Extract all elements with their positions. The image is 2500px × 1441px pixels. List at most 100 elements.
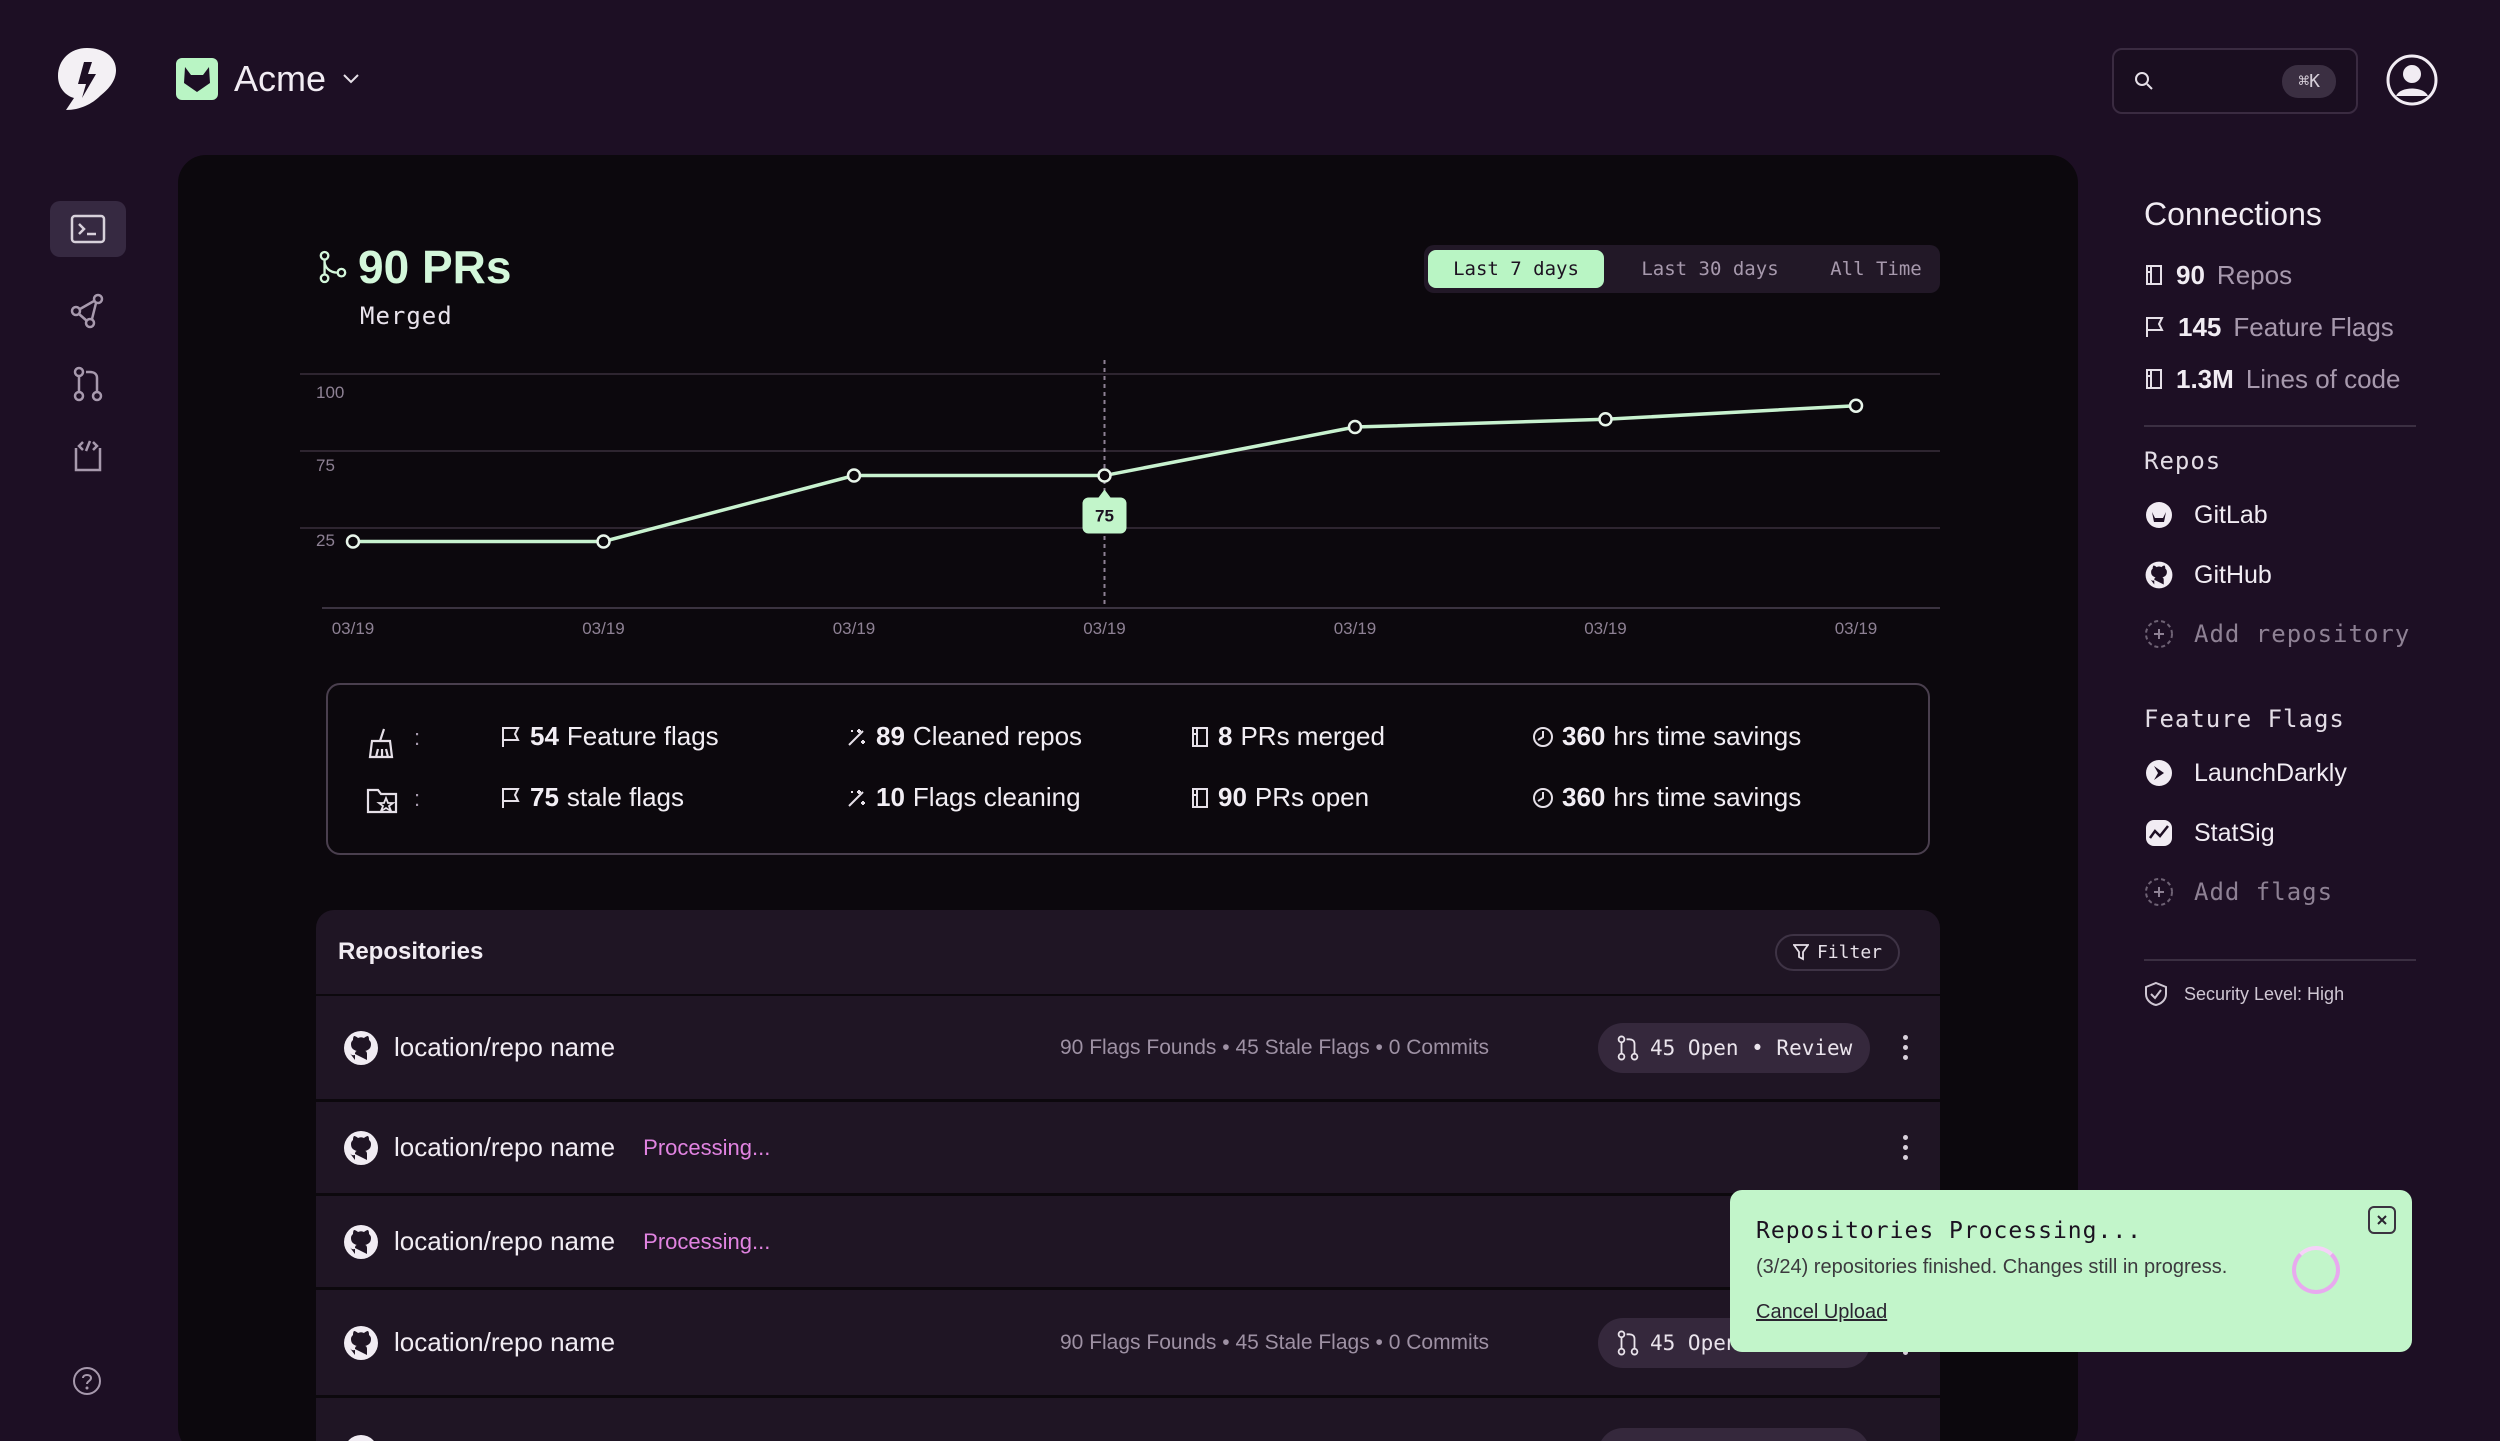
- flag-icon: [502, 726, 520, 747]
- range-last-30-days[interactable]: Last 30 days: [1610, 250, 1810, 288]
- add-circle-icon: [2145, 878, 2173, 906]
- chevron-down-icon: [343, 74, 359, 84]
- toast-title: Repositories Processing...: [1756, 1218, 2143, 1244]
- stat-cleaned-repos: 89 Cleaned repos: [846, 721, 1082, 752]
- statsig-icon: [2146, 820, 2172, 846]
- github-icon: [344, 1224, 378, 1259]
- pull-request-icon: [73, 366, 103, 402]
- prs-line-chart: 100 75 25 75 03/19 03/19 03/19 03/19 03/19 03/19 0…: [300, 360, 1940, 638]
- stat-flags-cleaning: 10 Flags cleaning: [846, 782, 1081, 813]
- data-point: [846, 468, 862, 483]
- app-logo-icon[interactable]: [52, 44, 122, 114]
- repo-name[interactable]: location/repo name: [394, 1132, 615, 1163]
- prs-label: Merged: [360, 302, 453, 330]
- range-last-7-days[interactable]: Last 7 days: [1428, 250, 1604, 288]
- graph-nodes-icon: [70, 293, 104, 329]
- terminal-icon: [70, 214, 106, 244]
- processing-status: Processing...: [643, 1228, 771, 1254]
- table-row[interactable]: location/repo name Processing...: [316, 1102, 1940, 1196]
- search-box[interactable]: ⌘K: [2112, 48, 2358, 114]
- org-switcher[interactable]: Acme: [176, 58, 360, 100]
- stat-prs-merged: 8 PRs merged: [1190, 721, 1385, 752]
- prs-count: 90 PRs: [358, 241, 512, 293]
- repo-book-icon: [1192, 787, 1208, 808]
- x-tick-label: 03/19: [582, 619, 625, 638]
- cancel-upload-link[interactable]: Cancel Upload: [1756, 1301, 1887, 1324]
- filter-button[interactable]: Filter: [1774, 933, 1900, 971]
- data-point: [1848, 398, 1864, 413]
- prs-summary: 90 PRs Merged: [318, 240, 511, 330]
- connection-repos: 90 Repos: [2144, 249, 2414, 301]
- security-level: Security Level: High: [2144, 981, 2414, 1007]
- github-icon: [347, 1434, 375, 1441]
- loading-spinner-icon: [2292, 1246, 2340, 1294]
- gitlab-icon: [2146, 502, 2172, 528]
- help-icon[interactable]: [72, 1366, 102, 1396]
- nav-pull-requests[interactable]: [50, 356, 126, 412]
- data-point: [1347, 419, 1363, 435]
- y-tick-label: 75: [316, 456, 335, 475]
- connections-title: Connections: [2144, 196, 2322, 232]
- close-icon[interactable]: [2368, 1206, 2396, 1234]
- merge-icon: [319, 250, 347, 284]
- y-tick-label: 100: [316, 383, 344, 402]
- range-all-time[interactable]: All Time: [1816, 250, 1936, 288]
- x-tick-label: 03/19: [1334, 619, 1377, 638]
- nav-graph[interactable]: [50, 283, 126, 339]
- launchdarkly-icon: [2146, 760, 2172, 786]
- repo-name[interactable]: location/repo name: [394, 1327, 615, 1358]
- stats-panel: : 54 Feature flags 89 Cleaned repos 8 PRs m…: [326, 683, 1930, 855]
- table-row[interactable]: location/repo name 90 Flags Founds • 45 …: [316, 996, 1940, 1102]
- clock-icon: [1533, 726, 1553, 747]
- clock-icon: [1533, 787, 1553, 808]
- pull-request-icon: [1617, 1035, 1639, 1060]
- highlight-tooltip-label: 75: [1095, 507, 1114, 526]
- stat-prs-open: 90 PRs open: [1190, 782, 1369, 813]
- data-point: [1097, 468, 1112, 483]
- stats-row-pending: : 75 stale flags 10 Flags cleaning 90 PRs o…: [328, 782, 1928, 822]
- more-options-icon[interactable]: [1899, 1135, 1911, 1160]
- add-flags-button[interactable]: Add flags: [2144, 863, 2414, 921]
- shield-check-icon: [2145, 981, 2167, 1007]
- flag-icon: [2146, 317, 2164, 337]
- repositories-panel: Repositories Filter location/repo name 9…: [316, 910, 1940, 1441]
- repo-meta: 90 Flags Founds • 45 Stale Flags • 0 Com…: [1060, 1330, 1490, 1354]
- nav-terminal[interactable]: [50, 201, 126, 257]
- github-icon: [2145, 561, 2173, 589]
- repo-source-github[interactable]: GitHub: [2144, 545, 2414, 605]
- org-name: Acme: [234, 58, 327, 99]
- open-review-pill[interactable]: 45 Open • Review: [1598, 1022, 1871, 1073]
- highlight-tooltip-arrow: [1098, 489, 1111, 498]
- repos-section-title: Repos: [2144, 447, 2222, 475]
- more-options-icon[interactable]: [1899, 1035, 1911, 1060]
- table-row[interactable]: [316, 1398, 1940, 1441]
- flag-source-launchdarkly[interactable]: LaunchDarkly: [2144, 743, 2414, 803]
- github-icon: [344, 1130, 378, 1165]
- search-icon: [2135, 72, 2153, 90]
- table-row[interactable]: location/repo name 90 Flags Founds • 45 …: [316, 1290, 1940, 1398]
- search-shortcut: ⌘K: [2282, 64, 2336, 98]
- data-point: [1598, 412, 1613, 427]
- add-circle-icon: [2145, 620, 2173, 648]
- code-file-icon: [74, 440, 102, 472]
- flag-icon: [502, 787, 520, 808]
- table-row[interactable]: location/repo name Processing...: [316, 1196, 1940, 1290]
- connection-lines-of-code: 1.3M Lines of code: [2144, 353, 2414, 405]
- user-avatar-icon[interactable]: [2386, 54, 2438, 106]
- x-tick-label: 03/19: [1584, 619, 1627, 638]
- x-tick-label: 03/19: [332, 619, 375, 638]
- stats-row-current: : 54 Feature flags 89 Cleaned repos 8 PRs m…: [328, 721, 1928, 761]
- add-repository-button[interactable]: Add repository: [2144, 605, 2414, 663]
- x-tick-label: 03/19: [833, 619, 876, 638]
- repo-source-gitlab[interactable]: GitLab: [2144, 485, 2414, 545]
- open-review-pill[interactable]: [1598, 1428, 1870, 1441]
- time-range-selector[interactable]: Last 7 days Last 30 days All Time: [1424, 245, 1940, 293]
- processing-toast: Repositories Processing... (3/24) reposi…: [1730, 1190, 2412, 1352]
- repo-name[interactable]: location/repo name: [394, 1032, 615, 1063]
- nav-code-diff[interactable]: [50, 428, 126, 484]
- stat-feature-flags: 54 Feature flags: [500, 721, 719, 752]
- repo-book-icon: [2146, 369, 2162, 389]
- repo-book-icon: [1192, 726, 1208, 747]
- flag-source-statsig[interactable]: StatSig: [2144, 803, 2414, 863]
- repo-name[interactable]: location/repo name: [394, 1226, 615, 1257]
